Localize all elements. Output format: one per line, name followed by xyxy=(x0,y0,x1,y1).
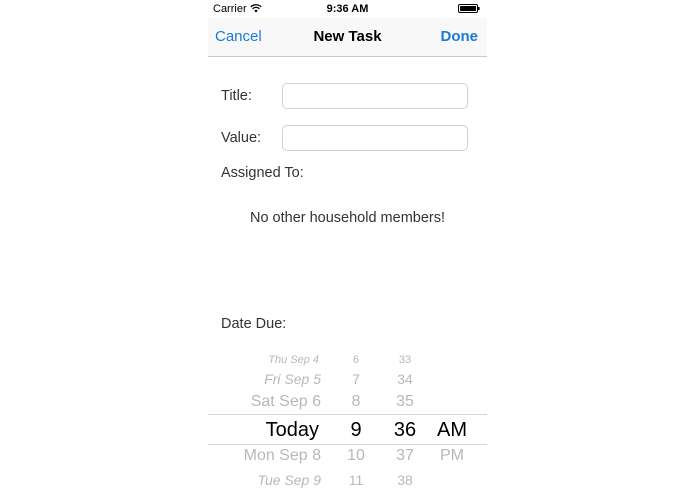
phone-screen: Carrier 9:36 AM Cancel New Task Done Tit… xyxy=(208,0,487,494)
done-button[interactable]: Done xyxy=(441,28,479,45)
picker-period-selected[interactable]: AM xyxy=(432,419,472,442)
picker-minute-selected[interactable]: 36 xyxy=(385,419,425,442)
status-bar: Carrier 9:36 AM xyxy=(208,0,487,18)
picker-day-option[interactable]: Fri Sep 5 xyxy=(264,371,321,387)
picker-hour-option[interactable]: 10 xyxy=(338,447,374,465)
picker-day-option[interactable]: Tue Sep 9 xyxy=(257,472,321,488)
picker-day-option[interactable]: Thu Sep 4 xyxy=(268,354,319,366)
navigation-bar: Cancel New Task Done xyxy=(208,18,487,57)
picker-hour-option[interactable]: 7 xyxy=(338,371,374,387)
picker-minute-option[interactable]: 37 xyxy=(385,447,425,465)
no-members-message: No other household members! xyxy=(249,210,446,226)
battery-icon xyxy=(458,4,480,13)
assigned-to-label: Assigned To: xyxy=(221,165,304,181)
picker-day-selected[interactable]: Today xyxy=(266,419,319,442)
title-label: Title: xyxy=(221,88,252,104)
date-picker[interactable]: Thu Sep 4 Fri Sep 5 Sat Sep 6 Today Mon … xyxy=(208,350,487,494)
value-input[interactable] xyxy=(282,125,468,151)
picker-hour-option[interactable]: 8 xyxy=(338,393,374,411)
picker-minute-option[interactable]: 34 xyxy=(385,371,425,387)
picker-hour-option[interactable]: 11 xyxy=(338,472,374,488)
picker-hour-option[interactable]: 6 xyxy=(338,354,374,366)
picker-minute-column[interactable]: 33 34 35 36 37 38 xyxy=(385,350,425,494)
picker-hour-selected[interactable]: 9 xyxy=(338,419,374,442)
title-input[interactable] xyxy=(282,83,468,109)
status-time: 9:36 AM xyxy=(326,3,369,15)
picker-hour-column[interactable]: 6 7 8 9 10 11 xyxy=(338,350,374,494)
picker-minute-option[interactable]: 33 xyxy=(385,354,425,366)
picker-period-option[interactable]: PM xyxy=(432,447,472,465)
picker-minute-option[interactable]: 35 xyxy=(385,393,425,411)
picker-day-column[interactable]: Thu Sep 4 Fri Sep 5 Sat Sep 6 Today Mon … xyxy=(208,350,323,494)
picker-period-column[interactable]: AM PM xyxy=(432,350,472,494)
picker-minute-option[interactable]: 38 xyxy=(385,472,425,488)
value-label: Value: xyxy=(221,130,262,146)
picker-day-option[interactable]: Sat Sep 6 xyxy=(251,393,321,411)
date-due-label: Date Due: xyxy=(221,316,287,332)
picker-day-option[interactable]: Mon Sep 8 xyxy=(244,447,321,465)
